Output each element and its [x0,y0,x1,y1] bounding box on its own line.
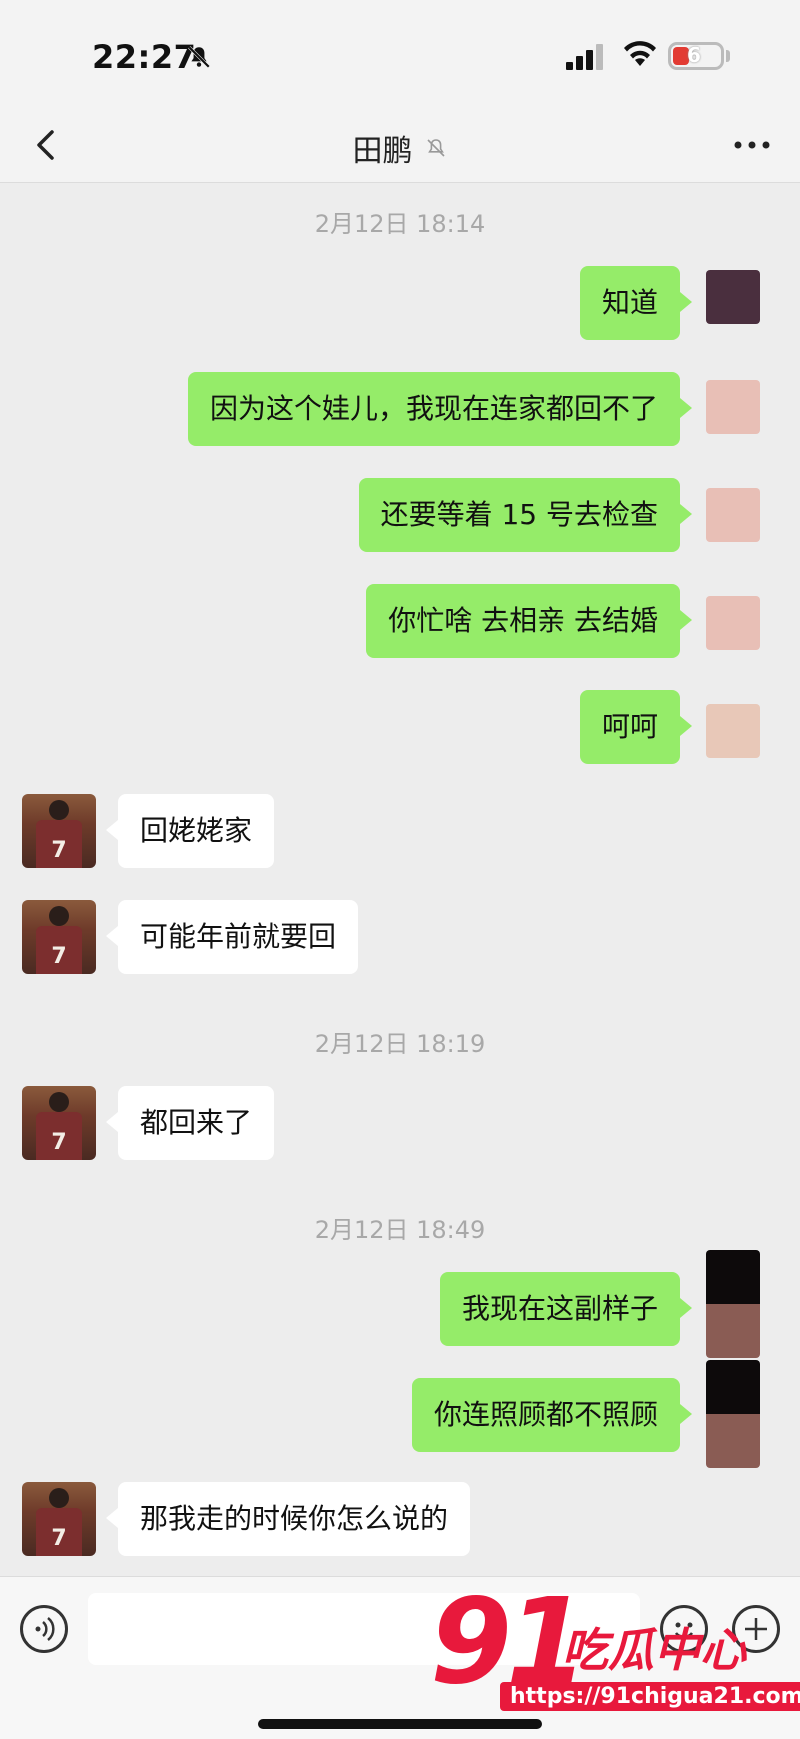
watermark-logo: 91 吃瓜中心 https://91chigua21.com [430,1572,800,1728]
friend-avatar[interactable]: 7 [22,900,96,974]
self-avatar[interactable] [706,1360,760,1468]
message-bubble-self[interactable]: 你连照顾都不照顾 [411,1378,693,1452]
status-bar: 22:27 6 [0,0,800,110]
status-time: 22:27 [92,38,197,76]
message-bubble-friend[interactable]: 可能年前就要回 [105,900,359,974]
message-bubble-self[interactable]: 知道 [579,266,693,340]
voice-input-icon[interactable] [20,1605,68,1653]
message-bubble-self[interactable]: 还要等着 15 号去检查 [358,478,693,552]
message-bubble-friend[interactable]: 那我走的时候你怎么说的 [105,1482,471,1556]
message-bubble-friend[interactable]: 都回来了 [105,1086,275,1160]
signal-icon [566,44,603,70]
self-avatar[interactable] [706,488,760,542]
chat-header: 田鹏 [0,110,800,183]
message-bubble-self[interactable]: 呵呵 [579,690,693,764]
timestamp: 2月12日 18:19 [314,1030,486,1058]
mute-bell-icon [426,139,445,157]
message-bubble-self[interactable]: 你忙啥 去相亲 去结婚 [366,584,692,658]
friend-avatar[interactable]: 7 [22,794,96,868]
self-avatar[interactable] [706,380,760,434]
battery-icon: 6 [668,42,724,70]
bell-off-icon [188,46,210,68]
watermark-name: 吃瓜中心 [562,1623,746,1677]
friend-avatar[interactable]: 7 [22,1482,96,1556]
self-avatar[interactable] [706,596,760,650]
self-avatar[interactable] [706,1250,760,1358]
message-bubble-self[interactable]: 我现在这副样子 [439,1272,693,1346]
chat-title: 田鹏 [352,134,413,169]
wifi-icon [624,41,656,66]
watermark-url: https://91chigua21.com [500,1682,800,1711]
message-bubble-friend[interactable]: 回姥姥家 [105,794,275,868]
timestamp: 2月12日 18:49 [314,1216,486,1244]
self-avatar[interactable] [706,270,760,324]
battery-level: 6 [687,43,701,67]
message-bubble-self[interactable]: 因为这个娃儿，我现在连家都回不了 [187,372,693,446]
more-options-icon[interactable] [730,130,774,160]
self-avatar[interactable] [706,704,760,758]
friend-avatar[interactable]: 7 [22,1086,96,1160]
timestamp: 2月12日 18:14 [314,210,486,238]
